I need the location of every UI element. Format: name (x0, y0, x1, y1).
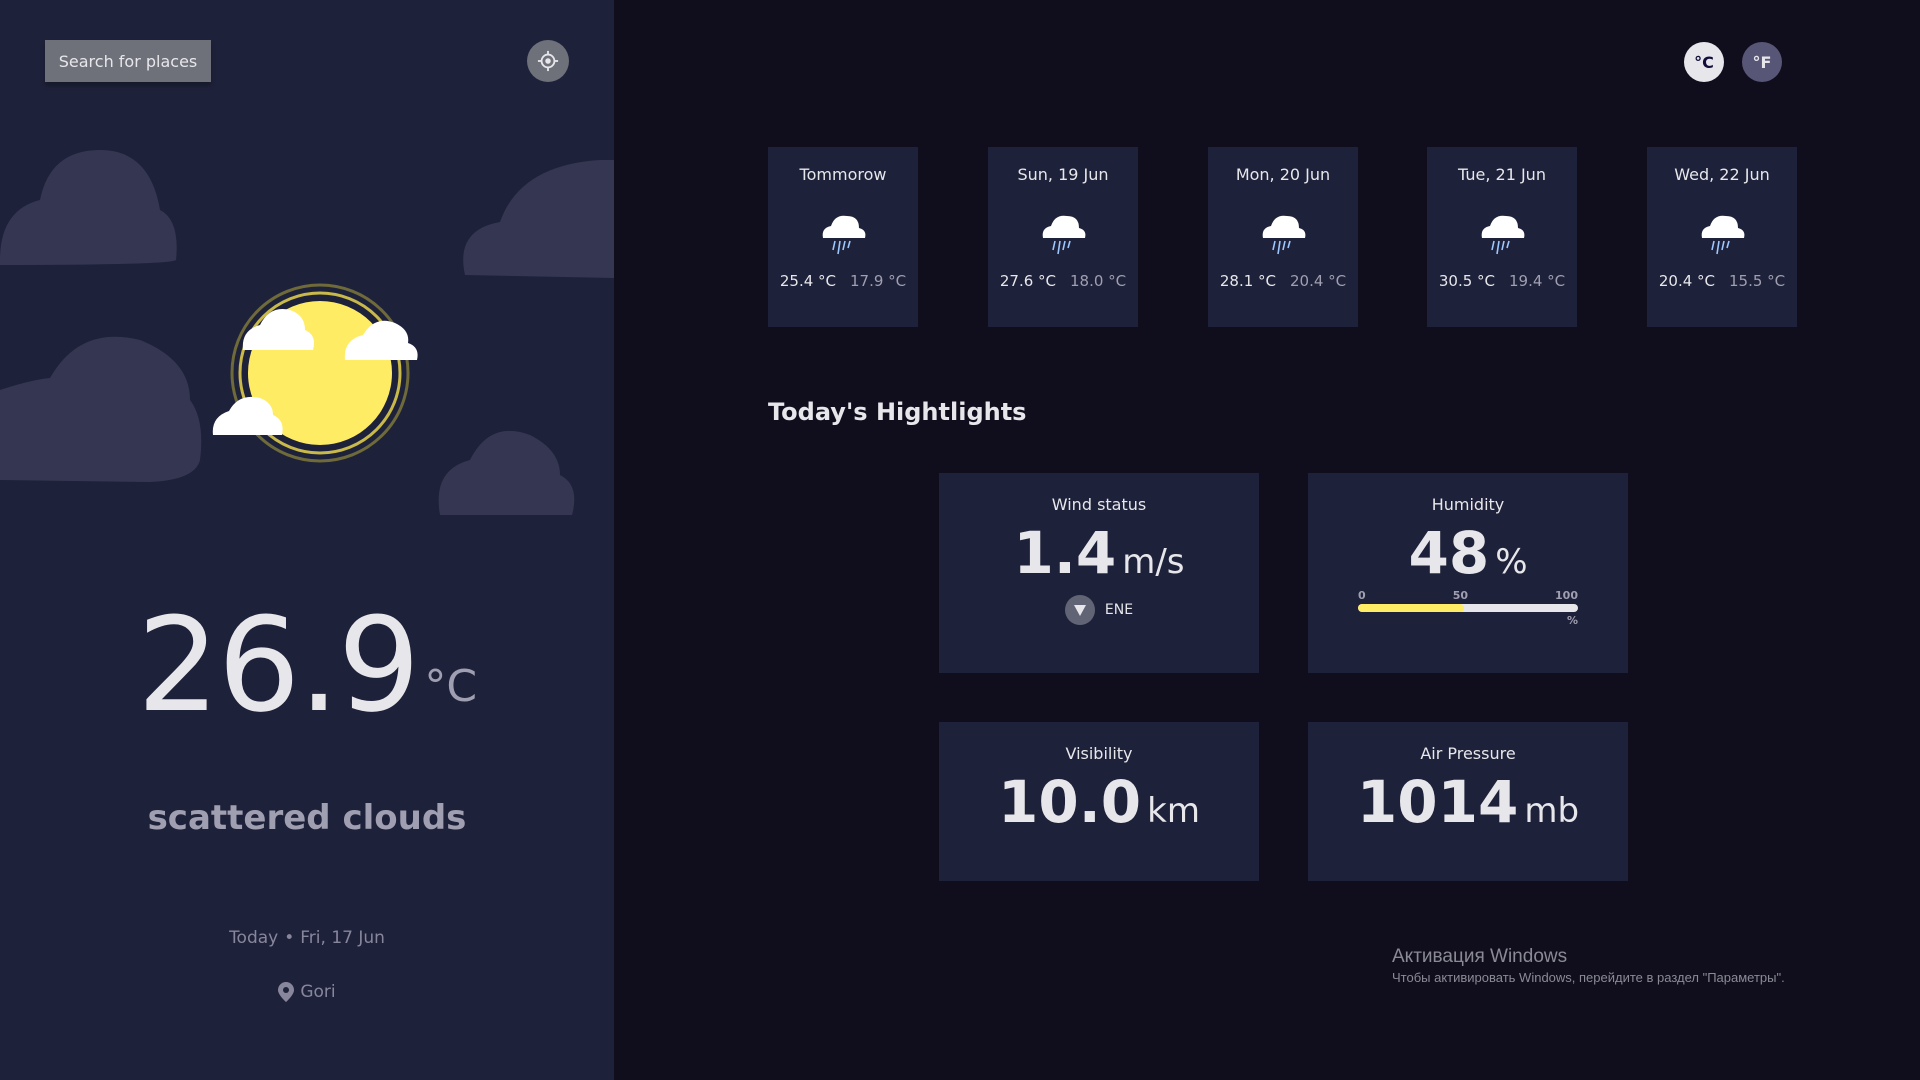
date-prefix: Today (229, 928, 279, 948)
forecast-day: Sun, 19 Jun (1017, 165, 1109, 184)
forecast-day: Mon, 20 Jun (1235, 165, 1331, 184)
location-name: Gori (300, 982, 336, 1002)
date-value: Fri, 17 Jun (300, 928, 385, 948)
rain-cloud-icon (1042, 215, 1086, 255)
humidity-bar: 0 50 100 % (1358, 589, 1578, 627)
cloud-icon (0, 336, 202, 482)
wind-direction: ENE (1064, 594, 1134, 625)
forecast-day: Tue, 21 Jun (1458, 165, 1546, 184)
cloud-icon (438, 430, 575, 515)
wind-direction-label: ENE (1104, 601, 1134, 618)
scattered-clouds-sun-icon (212, 283, 418, 463)
visibility-unit: km (1147, 791, 1200, 831)
crosshair-icon (537, 50, 559, 72)
rain-cloud-icon (1481, 215, 1525, 255)
humidity-value: 48 (1408, 519, 1490, 587)
wind-status-card: Wind status 1.4 m/s ENE (939, 473, 1259, 673)
date-separator: • (284, 928, 295, 948)
forecast-card: Tue, 21 Jun 30.5 °C 19.4 °C (1427, 147, 1577, 327)
watermark-subtitle: Чтобы активировать Windows, перейдите в … (1392, 970, 1785, 985)
wind-speed-unit: m/s (1122, 542, 1185, 582)
forecast-max-temp: 27.6 °C (999, 272, 1056, 290)
humidity-scale-min: 0 (1358, 588, 1366, 602)
rain-cloud-icon (1701, 215, 1745, 255)
forecast-max-temp: 30.5 °C (1438, 272, 1495, 290)
forecast-day: Wed, 22 Jun (1674, 165, 1770, 184)
forecast-min-temp: 15.5 °C (1729, 272, 1786, 290)
humidity-progress-fill (1358, 603, 1464, 612)
sidebar: Search for places 26.9 °C scattered clou… (0, 0, 614, 1080)
humidity-scale-mid: 50 (1452, 588, 1468, 602)
air-pressure-title: Air Pressure (1420, 744, 1516, 763)
air-pressure-unit: mb (1524, 791, 1580, 831)
forecast-min-temp: 19.4 °C (1509, 272, 1566, 290)
cloud-icon (463, 160, 614, 278)
windows-activation-watermark: Активация Windows Чтобы активировать Win… (1392, 946, 1785, 985)
visibility-title: Visibility (1065, 744, 1133, 763)
forecast-day: Tommorow (799, 165, 887, 184)
rain-cloud-icon (1262, 215, 1306, 255)
forecast-min-temp: 18.0 °C (1070, 272, 1127, 290)
visibility-value: 10.0 (998, 768, 1142, 836)
location-pin-icon (278, 982, 295, 1002)
humidity-card: Humidity 48 % 0 50 100 % (1308, 473, 1628, 673)
highlights-title: Today's Hightlights (768, 398, 1027, 426)
rain-cloud-icon (822, 215, 866, 255)
forecast-min-temp: 17.9 °C (850, 272, 907, 290)
visibility-card: Visibility 10.0 km (939, 722, 1259, 881)
humidity-unit: % (1495, 542, 1528, 582)
current-temperature: 26.9 °C (0, 560, 614, 730)
search-places-button[interactable]: Search for places (45, 40, 211, 82)
forecast-min-temp: 20.4 °C (1290, 272, 1347, 290)
wind-status-title: Wind status (1051, 495, 1147, 514)
weather-condition: scattered clouds (147, 798, 467, 838)
current-date: Today • Fri, 17 Jun (0, 928, 614, 948)
location: Gori (0, 982, 614, 1002)
cloud-icon (0, 150, 177, 265)
current-location-button[interactable] (527, 40, 569, 82)
air-pressure-value: 1014 (1356, 768, 1519, 836)
humidity-scale-unit: % (1566, 613, 1578, 627)
forecast-max-temp: 28.1 °C (1219, 272, 1276, 290)
wind-direction-icon (1064, 594, 1095, 625)
forecast-card: Mon, 20 Jun 28.1 °C 20.4 °C (1208, 147, 1358, 327)
forecast-max-temp: 25.4 °C (779, 272, 836, 290)
fahrenheit-toggle[interactable]: °F (1742, 42, 1782, 82)
forecast-card: Sun, 19 Jun 27.6 °C 18.0 °C (988, 147, 1138, 327)
temperature-value: 26.9 (136, 589, 420, 741)
watermark-title: Активация Windows (1392, 946, 1568, 967)
humidity-scale-max: 100 (1555, 588, 1578, 602)
temperature-unit: °C (424, 661, 478, 712)
forecast-max-temp: 20.4 °C (1658, 272, 1715, 290)
humidity-progress-track (1358, 603, 1578, 612)
humidity-title: Humidity (1431, 495, 1505, 514)
air-pressure-card: Air Pressure 1014 mb (1308, 722, 1628, 881)
celsius-toggle[interactable]: °C (1684, 42, 1724, 82)
forecast-card: Wed, 22 Jun 20.4 °C 15.5 °C (1647, 147, 1797, 327)
forecast-card: Tommorow 25.4 °C 17.9 °C (768, 147, 918, 327)
wind-speed-value: 1.4 (1013, 519, 1117, 587)
